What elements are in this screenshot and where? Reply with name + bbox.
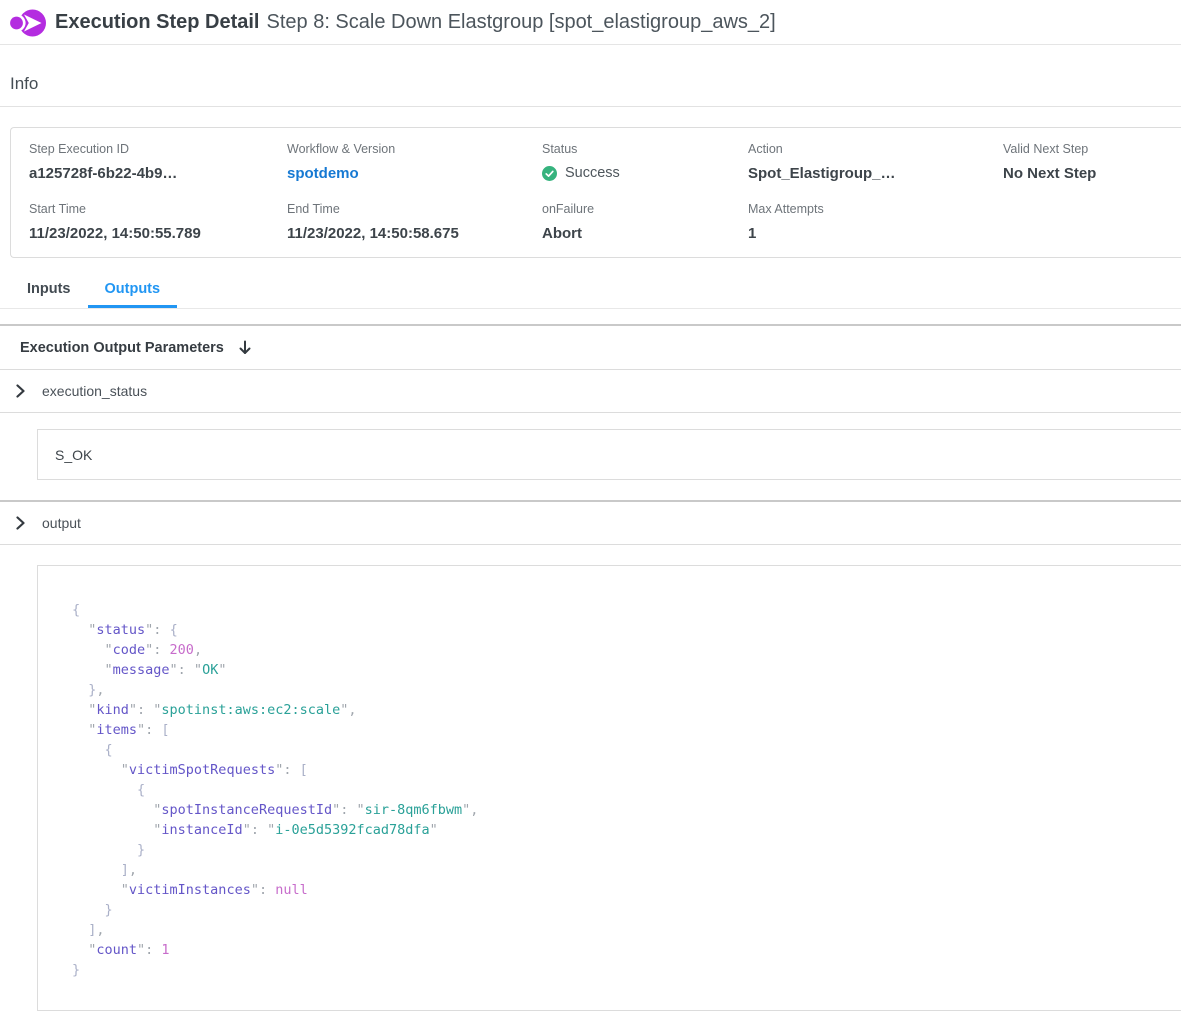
field-label: Max Attempts <box>748 202 1003 216</box>
field-action: Action Spot_Elastigroup_… <box>748 142 1003 202</box>
app-logo-icon <box>7 4 47 40</box>
chevron-right-icon <box>16 384 25 398</box>
max-attempts-value: 1 <box>748 225 1003 242</box>
field-label: End Time <box>287 202 542 216</box>
page-subtitle: Step 8: Scale Down Elastgroup [spot_elas… <box>267 11 776 33</box>
field-label: Step Execution ID <box>29 142 287 156</box>
page-title: Execution Step Detail <box>55 11 260 33</box>
tab-inputs[interactable]: Inputs <box>10 271 88 308</box>
field-label: Start Time <box>29 202 287 216</box>
action-value: Spot_Elastigroup_… <box>748 165 1003 182</box>
param-row-output[interactable]: output <box>0 502 1181 545</box>
page-header: Execution Step Detail Step 8: Scale Down … <box>0 0 1181 45</box>
end-time-value: 11/23/2022, 14:50:58.675 <box>287 225 542 242</box>
execution-status-value: S_OK <box>55 447 92 463</box>
field-start-time: Start Time 11/23/2022, 14:50:55.789 <box>29 202 287 257</box>
step-execution-id-value: a125728f-6b22-4b9… <box>29 165 287 182</box>
success-check-icon <box>542 166 557 181</box>
tab-outputs[interactable]: Outputs <box>88 271 178 308</box>
field-onfailure: onFailure Abort <box>542 202 748 257</box>
field-step-execution-id: Step Execution ID a125728f-6b22-4b9… <box>29 142 287 202</box>
field-label: onFailure <box>542 202 748 216</box>
output-json-box: { "status": { "code": 200, "message": "O… <box>37 565 1181 1011</box>
field-valid-next-step: Valid Next Step No Next Step <box>1003 142 1181 202</box>
info-heading: Info <box>0 45 1181 107</box>
param-row-execution-status[interactable]: execution_status <box>0 370 1181 413</box>
valid-next-step-value: No Next Step <box>1003 165 1181 182</box>
field-label: Workflow & Version <box>287 142 542 156</box>
workflow-link[interactable]: spotdemo <box>287 165 542 182</box>
status-value: Success <box>565 165 620 181</box>
onfailure-value: Abort <box>542 225 748 242</box>
field-label: Status <box>542 142 748 156</box>
chevron-right-icon <box>16 516 25 530</box>
param-name: output <box>42 515 81 531</box>
field-end-time: End Time 11/23/2022, 14:50:58.675 <box>287 202 542 257</box>
field-max-attempts: Max Attempts 1 <box>748 202 1003 257</box>
execution-output-parameters-label: Execution Output Parameters <box>20 340 224 356</box>
field-workflow-version: Workflow & Version spotdemo <box>287 142 542 202</box>
tab-bar: Inputs Outputs <box>0 271 1181 309</box>
execution-status-value-box: S_OK <box>37 429 1181 480</box>
param-name: execution_status <box>42 383 147 399</box>
field-label: Action <box>748 142 1003 156</box>
field-label: Valid Next Step <box>1003 142 1181 156</box>
info-card: Step Execution ID a125728f-6b22-4b9… Wor… <box>10 127 1181 258</box>
arrow-down-icon[interactable] <box>238 340 252 356</box>
json-code: { "status": { "code": 200, "message": "O… <box>72 600 1181 980</box>
execution-output-parameters-header: Execution Output Parameters <box>0 326 1181 370</box>
field-status: Status Success <box>542 142 748 202</box>
start-time-value: 11/23/2022, 14:50:55.789 <box>29 225 287 242</box>
